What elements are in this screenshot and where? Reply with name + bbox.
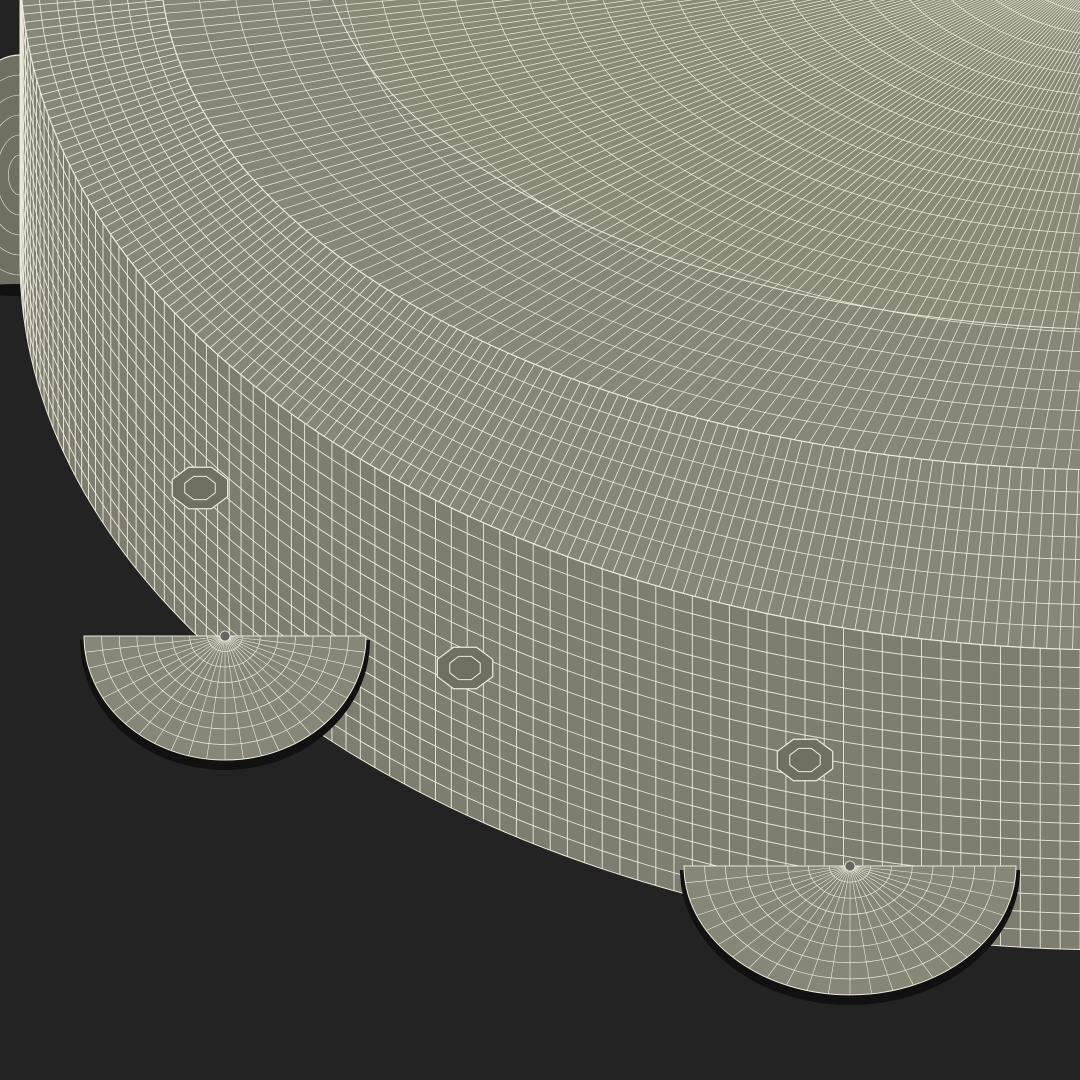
tuning-bolt-icon [776,738,834,782]
render-viewport [0,0,1080,1080]
tambourine-render [0,0,1080,1080]
tuning-bolt-icon [171,466,229,510]
tuning-bolt-icon [436,646,494,690]
